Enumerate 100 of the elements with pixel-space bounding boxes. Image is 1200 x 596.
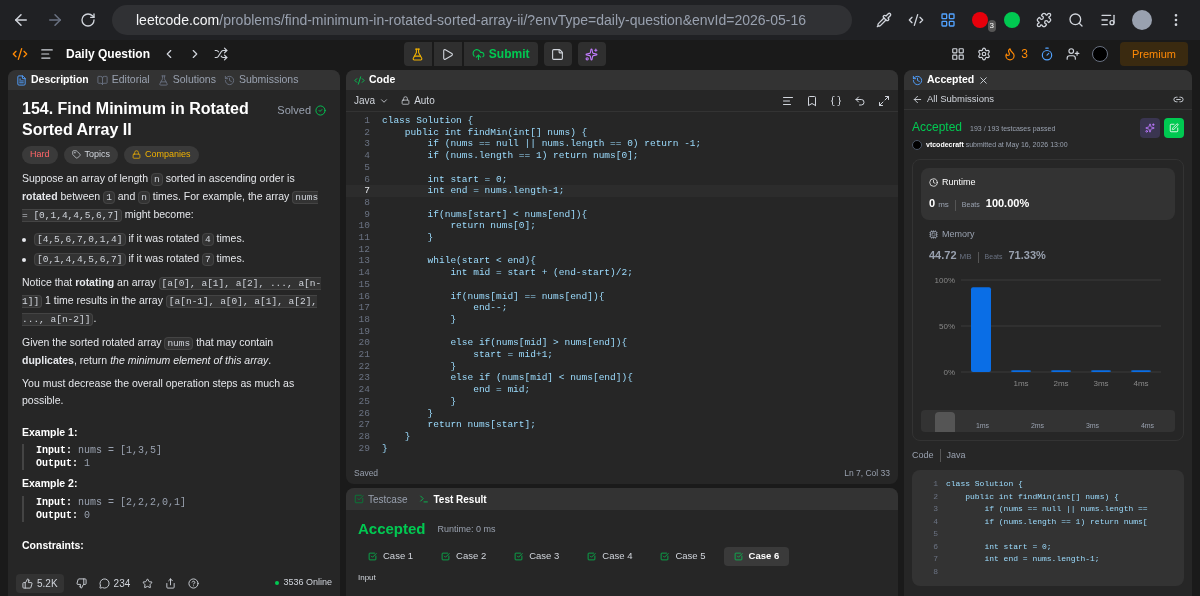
premium-button[interactable]: Premium [1120, 42, 1188, 66]
problem-title: 154. Find Minimum in Rotated Sorted Array II [22, 99, 250, 140]
case-tab[interactable]: Case 3 [504, 546, 570, 566]
logo-icon[interactable] [12, 46, 28, 62]
panel-tab[interactable]: Testcase [354, 491, 408, 507]
help-icon[interactable] [188, 577, 200, 589]
eyedropper-icon[interactable] [876, 12, 892, 28]
like-button[interactable]: 5.2K [16, 573, 64, 593]
tag-chip[interactable]: Companies [124, 146, 199, 164]
timer-icon[interactable] [1040, 47, 1054, 61]
bullet-icon [22, 257, 26, 262]
search-icon[interactable] [1068, 12, 1084, 28]
thumbs-down-icon[interactable] [75, 577, 87, 589]
checkbox-icon [733, 551, 743, 561]
line-number: 29 [357, 442, 370, 455]
memory-value: 44.72 MB [929, 248, 972, 263]
case-tab[interactable]: Case 1 [358, 546, 424, 566]
panel-tab[interactable]: Test Result [419, 491, 487, 507]
comments-count[interactable]: 234 [98, 575, 131, 591]
extension-badge: 3 [987, 20, 996, 32]
format-icon[interactable] [782, 94, 794, 107]
code-line: class Solution { [945, 478, 1023, 490]
input-label: Input [357, 571, 377, 584]
user-avatar[interactable] [1092, 46, 1108, 62]
document-icon [16, 74, 27, 86]
list-icon[interactable] [40, 47, 54, 61]
analyze-button[interactable] [1140, 118, 1160, 138]
close-icon[interactable] [978, 74, 990, 86]
line-number: 28 [357, 431, 370, 443]
bookmark-icon[interactable] [806, 94, 818, 107]
code-line: end--; [472, 302, 508, 314]
all-submissions-link[interactable]: All Submissions [912, 92, 995, 107]
case-tab[interactable]: Case 5 [650, 546, 716, 566]
panel-tab[interactable]: Solutions [157, 72, 216, 88]
memory-title[interactable]: Memory [929, 227, 1167, 241]
panel-tab[interactable]: Description [16, 72, 89, 88]
panel-tab[interactable]: Submissions [223, 72, 299, 88]
profile-avatar[interactable] [1132, 10, 1152, 30]
lock-icon [401, 96, 411, 105]
undo-icon[interactable] [854, 94, 866, 107]
mode-label: Auto [401, 93, 435, 108]
line-number: 11 [357, 232, 370, 244]
beats-value: 100.00% [985, 196, 1030, 211]
back-icon[interactable] [12, 11, 30, 29]
code-line: if(nums[start] < nums[end]){ [426, 208, 588, 221]
run-button[interactable] [433, 42, 462, 66]
description-paragraph: Suppose an array of length n sorted in ascending order is rotated between 1 and n times. For example, the array nums = [0,1,4,4,5,6,7] might become: [22, 170, 320, 224]
playlist-icon[interactable] [1100, 12, 1116, 28]
address-bar[interactable]: leetcode.com/problems/find-minimum-in-rotated-sorted-array-ii/?envType=daily-question&envId=2026-05-16 [112, 5, 852, 35]
case-tab[interactable]: Case 2 [431, 546, 497, 566]
panel-tab[interactable]: Accepted [912, 72, 975, 88]
streak-count[interactable]: 3 [1003, 45, 1028, 63]
case-tab[interactable]: Case 6 [723, 546, 790, 566]
tag-chip[interactable]: Topics [63, 146, 119, 164]
line-number: 21 [357, 349, 370, 361]
code-line: return nums[start]; [426, 419, 536, 431]
braces-icon[interactable] [830, 94, 842, 107]
shuffle-icon[interactable] [214, 47, 229, 61]
grid-icon[interactable] [940, 12, 956, 28]
case-tab[interactable]: Case 4 [577, 546, 643, 566]
line-number: 3 [363, 138, 370, 151]
code-icon[interactable] [908, 12, 924, 28]
submit-button[interactable]: Submit [463, 42, 538, 66]
axis-label: 100% [934, 275, 955, 285]
star-icon[interactable] [142, 577, 154, 589]
tag-chip[interactable]: Hard [22, 146, 58, 164]
share-icon[interactable] [165, 577, 177, 589]
axis-label: 3ms [1093, 378, 1109, 388]
page-title[interactable]: Daily Question [66, 45, 151, 63]
code-line: public int findMin(int[] nums) { [403, 126, 588, 139]
line-number: 2 [363, 126, 370, 139]
extension-icon[interactable] [1004, 12, 1020, 28]
axis-label: 1ms [1013, 378, 1029, 388]
extension-icon[interactable] [972, 12, 988, 28]
expand-icon[interactable] [878, 94, 890, 107]
forward-icon[interactable] [46, 11, 64, 29]
puzzle-icon[interactable] [1036, 12, 1052, 28]
layout-icon[interactable] [951, 47, 966, 61]
link-icon[interactable] [1173, 94, 1184, 105]
settings-icon[interactable] [977, 47, 992, 61]
language-select[interactable]: Java [354, 93, 390, 108]
code-line: if (nums == null || nums.length == [983, 503, 1148, 515]
notes-button[interactable] [543, 42, 572, 66]
chip-icon [929, 229, 938, 239]
checkbox-icon [354, 494, 364, 504]
edit-button[interactable] [1164, 118, 1184, 138]
checkbox-icon [368, 551, 377, 561]
reload-icon[interactable] [80, 12, 96, 28]
debug-button[interactable] [403, 42, 432, 66]
bar [1131, 369, 1151, 372]
add-user-icon[interactable] [1066, 47, 1080, 61]
description-paragraph: Notice that rotating an array [a[0], a[1], a[2], ..., a[n-1]] 1 time results in the array [a[n-1], a[0], a[1], a[2], ..., a[n-2]] . [22, 274, 323, 328]
panel-tab[interactable]: Code [354, 72, 396, 88]
panel-tab[interactable]: Editorial [96, 72, 150, 88]
ai-button[interactable] [577, 42, 606, 66]
checkbox-icon [514, 551, 524, 561]
code-line: int end = nums.length-1; [426, 185, 565, 197]
line-number: 9 [363, 208, 370, 221]
code-line: int start = 0; [426, 173, 508, 186]
scrubber-handle[interactable] [935, 411, 955, 432]
